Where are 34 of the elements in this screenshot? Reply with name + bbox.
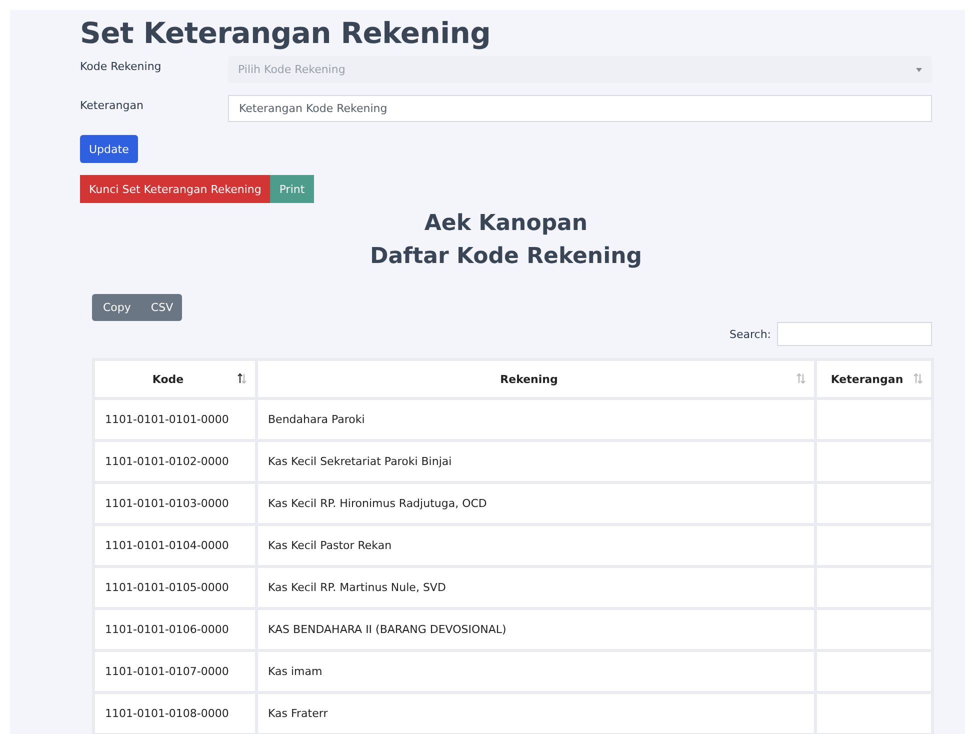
sort-icon[interactable] bbox=[237, 373, 247, 384]
table-cell: Kas Kecil Sekretariat Paroki Binjai bbox=[258, 442, 814, 481]
table-cell: Kas Kecil Pastor Rekan bbox=[258, 526, 814, 565]
search-label: Search: bbox=[730, 328, 771, 340]
page-title: Set Keterangan Rekening bbox=[80, 15, 492, 50]
table-cell: 1101-0101-0106-0000 bbox=[95, 610, 255, 649]
table-cell: 1101-0101-0102-0000 bbox=[95, 442, 255, 481]
search-field[interactable] bbox=[777, 322, 932, 346]
table-cell: Kas Kecil RP. Hironimus Radjutuga, OCD bbox=[258, 484, 814, 523]
export-button[interactable]: CSV bbox=[142, 294, 182, 321]
table-cell: 1101-0101-0101-0000 bbox=[95, 400, 255, 439]
input-field[interactable]: Keterangan Kode Rekening bbox=[228, 95, 932, 122]
caret-icon bbox=[916, 68, 922, 72]
table-cell: 1101-0101-0105-0000 bbox=[95, 568, 255, 607]
table-cell: Bendahara Paroki bbox=[258, 400, 814, 439]
table-cell: Kas Kecil RP. Martinus Nule, SVD bbox=[258, 568, 814, 607]
column-header[interactable]: Kode bbox=[95, 361, 255, 397]
action-button[interactable]: Print bbox=[270, 175, 314, 203]
field-label: Kode Rekening bbox=[80, 59, 162, 73]
table-cell: 1101-0101-0104-0000 bbox=[95, 526, 255, 565]
section-heading: Aek Kanopan bbox=[423, 211, 589, 236]
column-header[interactable]: Rekening bbox=[258, 361, 814, 397]
table-cell: 1101-0101-0107-0000 bbox=[95, 652, 255, 691]
export-button[interactable]: Copy bbox=[92, 294, 142, 321]
table-cell: Kas Fraterr bbox=[258, 694, 814, 733]
update-button[interactable]: Update bbox=[80, 135, 138, 163]
column-header[interactable]: Keterangan bbox=[817, 361, 931, 397]
action-button[interactable]: Kunci Set Keterangan Rekening bbox=[80, 175, 270, 203]
section-heading: Daftar Kode Rekening bbox=[368, 244, 644, 269]
table-cell: KAS BENDAHARA II (BARANG DEVOSIONAL) bbox=[258, 610, 814, 649]
table-cell: 1101-0101-0108-0000 bbox=[95, 694, 255, 733]
table-cell: Kas imam bbox=[258, 652, 814, 691]
table-cell: 1101-0101-0103-0000 bbox=[95, 484, 255, 523]
field-label: Keterangan bbox=[80, 98, 144, 112]
